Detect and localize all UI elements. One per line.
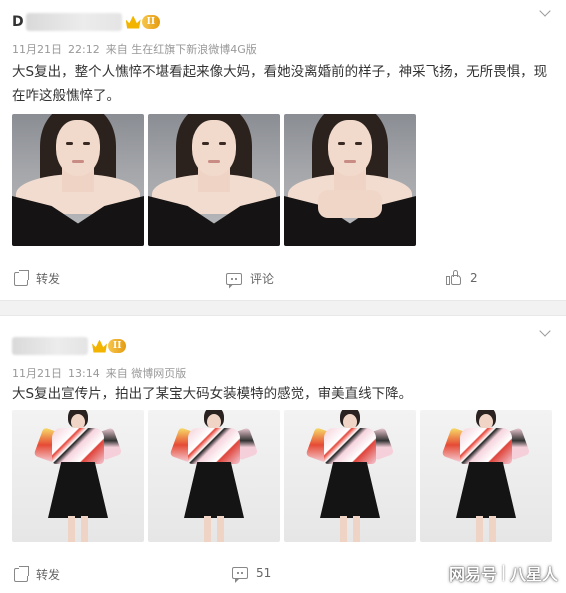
username-blurred — [25, 13, 122, 31]
post-time[interactable]: 13:14 — [68, 367, 100, 380]
chevron-down-icon[interactable] — [538, 6, 552, 20]
post-image-4[interactable] — [420, 410, 552, 542]
share-label: 转发 — [36, 568, 61, 582]
comment-label: 评论 — [250, 272, 275, 286]
comment-button[interactable]: 51 — [232, 566, 271, 580]
share-icon — [14, 269, 29, 286]
username[interactable]: D II — [12, 12, 161, 32]
image-grid — [12, 114, 416, 246]
vip-badge[interactable]: II — [125, 14, 161, 30]
username-initial[interactable]: D — [12, 14, 24, 30]
crown-icon — [92, 339, 107, 353]
vip-level: II — [141, 15, 161, 29]
post-actions: 转发 评论 2 — [0, 269, 566, 292]
post-header: II 11月21日 13:14 来自 微博网页版 — [12, 334, 552, 380]
post-image-1[interactable] — [12, 114, 144, 246]
post-image-2[interactable] — [148, 410, 280, 542]
post-meta: 11月21日 22:12 来自 生在红旗下新浪微博4G版 — [12, 41, 263, 57]
post-date: 11月21日 — [12, 43, 62, 56]
vip-badge[interactable]: II — [92, 338, 127, 354]
post-source: 来自 生在红旗下新浪微博4G版 — [105, 43, 257, 56]
post-text: 大S复出，整个人憔悴不堪看起来像大妈，看她没离婚前的样子，神采飞扬，无所畏惧，现… — [12, 64, 548, 104]
chevron-down-icon[interactable] — [538, 326, 552, 340]
share-button[interactable]: 转发 — [14, 269, 61, 287]
post-image-3[interactable] — [284, 114, 416, 246]
watermark-divider — [502, 565, 504, 581]
post-text: 大S复出宣传片，拍出了某宝大码女装模特的感觉，审美直线下降。 — [12, 386, 413, 402]
weibo-post-1: D II 11月21日 22:12 来自 生在红旗下新浪微博4G版 大S复出，整个人… — [0, 0, 566, 300]
post-divider — [0, 300, 566, 316]
watermark-author: 八星人 — [509, 565, 558, 584]
share-button[interactable]: 转发 — [14, 565, 61, 583]
post-image-3[interactable] — [284, 410, 416, 542]
share-icon — [14, 565, 29, 582]
comment-button[interactable]: 评论 — [226, 270, 274, 287]
username[interactable]: II — [12, 336, 127, 356]
like-count: 2 — [470, 271, 478, 285]
post-date: 11月21日 — [12, 367, 62, 380]
share-label: 转发 — [36, 272, 61, 286]
crown-icon — [125, 15, 141, 29]
comment-count: 51 — [256, 566, 272, 580]
watermark: 网易号 八星人 — [449, 561, 558, 585]
comment-icon — [226, 272, 242, 285]
post-header: D II 11月21日 22:12 来自 生在红旗下新浪微博4G版 — [12, 10, 552, 56]
post-image-1[interactable] — [12, 410, 144, 542]
post-time[interactable]: 22:12 — [68, 43, 100, 56]
comment-icon — [232, 567, 248, 579]
weibo-post-2: II 11月21日 13:14 来自 微博网页版 大S复出宣传片，拍出了某宝大码女装… — [0, 316, 566, 593]
post-meta: 11月21日 13:14 来自 微博网页版 — [12, 365, 192, 381]
post-source: 来自 微博网页版 — [105, 367, 187, 380]
vip-level: II — [108, 339, 127, 353]
watermark-brand: 网易号 — [448, 565, 497, 584]
username-blurred — [12, 337, 88, 355]
thumbs-up-icon — [446, 270, 462, 286]
post-image-2[interactable] — [148, 114, 280, 246]
like-button[interactable]: 2 — [446, 270, 478, 286]
image-grid — [12, 410, 552, 542]
